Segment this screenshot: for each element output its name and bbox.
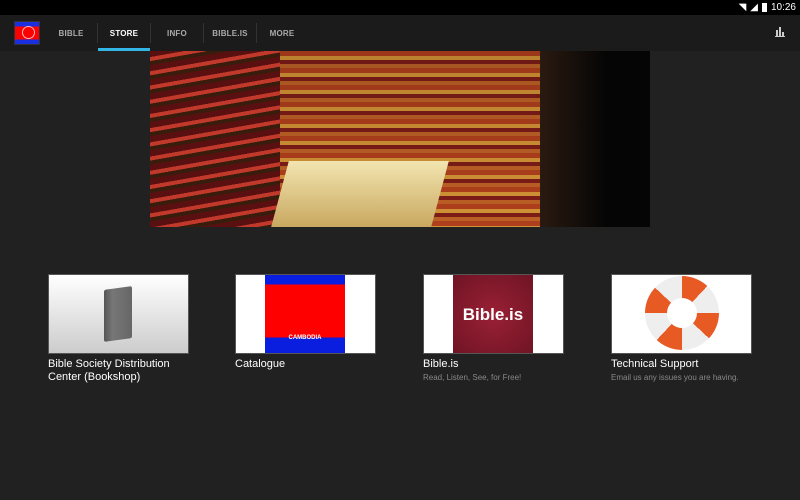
card-bible-is[interactable]: Bible.is Bible.is Read, Listen, See, for… — [423, 274, 564, 382]
bible-is-logo: Bible.is — [453, 275, 533, 353]
card-bookshop[interactable]: Bible Society Distribution Center (Books… — [48, 274, 189, 384]
bar-chart-icon[interactable] — [775, 27, 785, 37]
card-thumbnail — [48, 274, 189, 354]
card-title: Bible.is — [423, 358, 459, 370]
card-subtitle: Email us any issues you are having. — [611, 373, 739, 382]
tab-label: INFO — [167, 28, 187, 38]
tab-label: BIBLE — [58, 28, 84, 38]
card-thumbnail: CAMBODIA — [235, 274, 376, 354]
card-title: Technical Support — [611, 358, 699, 370]
action-bar: BIBLE STORE INFO BIBLE.IS MORE — [0, 15, 800, 51]
battery-icon — [761, 3, 767, 12]
tab-bible-is[interactable]: BIBLE.IS — [204, 15, 256, 51]
app-logo[interactable] — [14, 21, 40, 45]
tab-info[interactable]: INFO — [151, 15, 203, 51]
tab-label: BIBLE.IS — [212, 28, 248, 38]
tab-bible[interactable]: BIBLE — [50, 15, 92, 51]
store-banner-image — [150, 51, 650, 227]
bible-society-cambodia-logo: CAMBODIA — [265, 275, 345, 353]
card-technical-support[interactable]: Technical Support Email us any issues yo… — [611, 274, 752, 382]
signal-icon: ◢ — [750, 2, 758, 13]
card-thumbnail: Bible.is — [423, 274, 564, 354]
card-thumbnail — [611, 274, 752, 354]
wifi-icon: ◥ — [738, 2, 747, 13]
clock: 10:26 — [770, 2, 796, 13]
book-icon — [104, 286, 132, 342]
lifebuoy-icon — [645, 276, 719, 350]
tab-more[interactable]: MORE — [257, 15, 307, 51]
card-title: Bible Society Distribution Center (Books… — [48, 358, 170, 383]
card-catalogue[interactable]: CAMBODIA Catalogue — [235, 274, 376, 371]
tab-label: STORE — [109, 28, 139, 38]
card-title: Catalogue — [235, 358, 286, 370]
tab-store[interactable]: STORE — [98, 15, 150, 51]
tab-label: MORE — [269, 28, 295, 38]
card-subtitle: Read, Listen, See, for Free! — [423, 373, 522, 382]
status-bar: ◥ ◢ 10:26 — [0, 0, 800, 15]
